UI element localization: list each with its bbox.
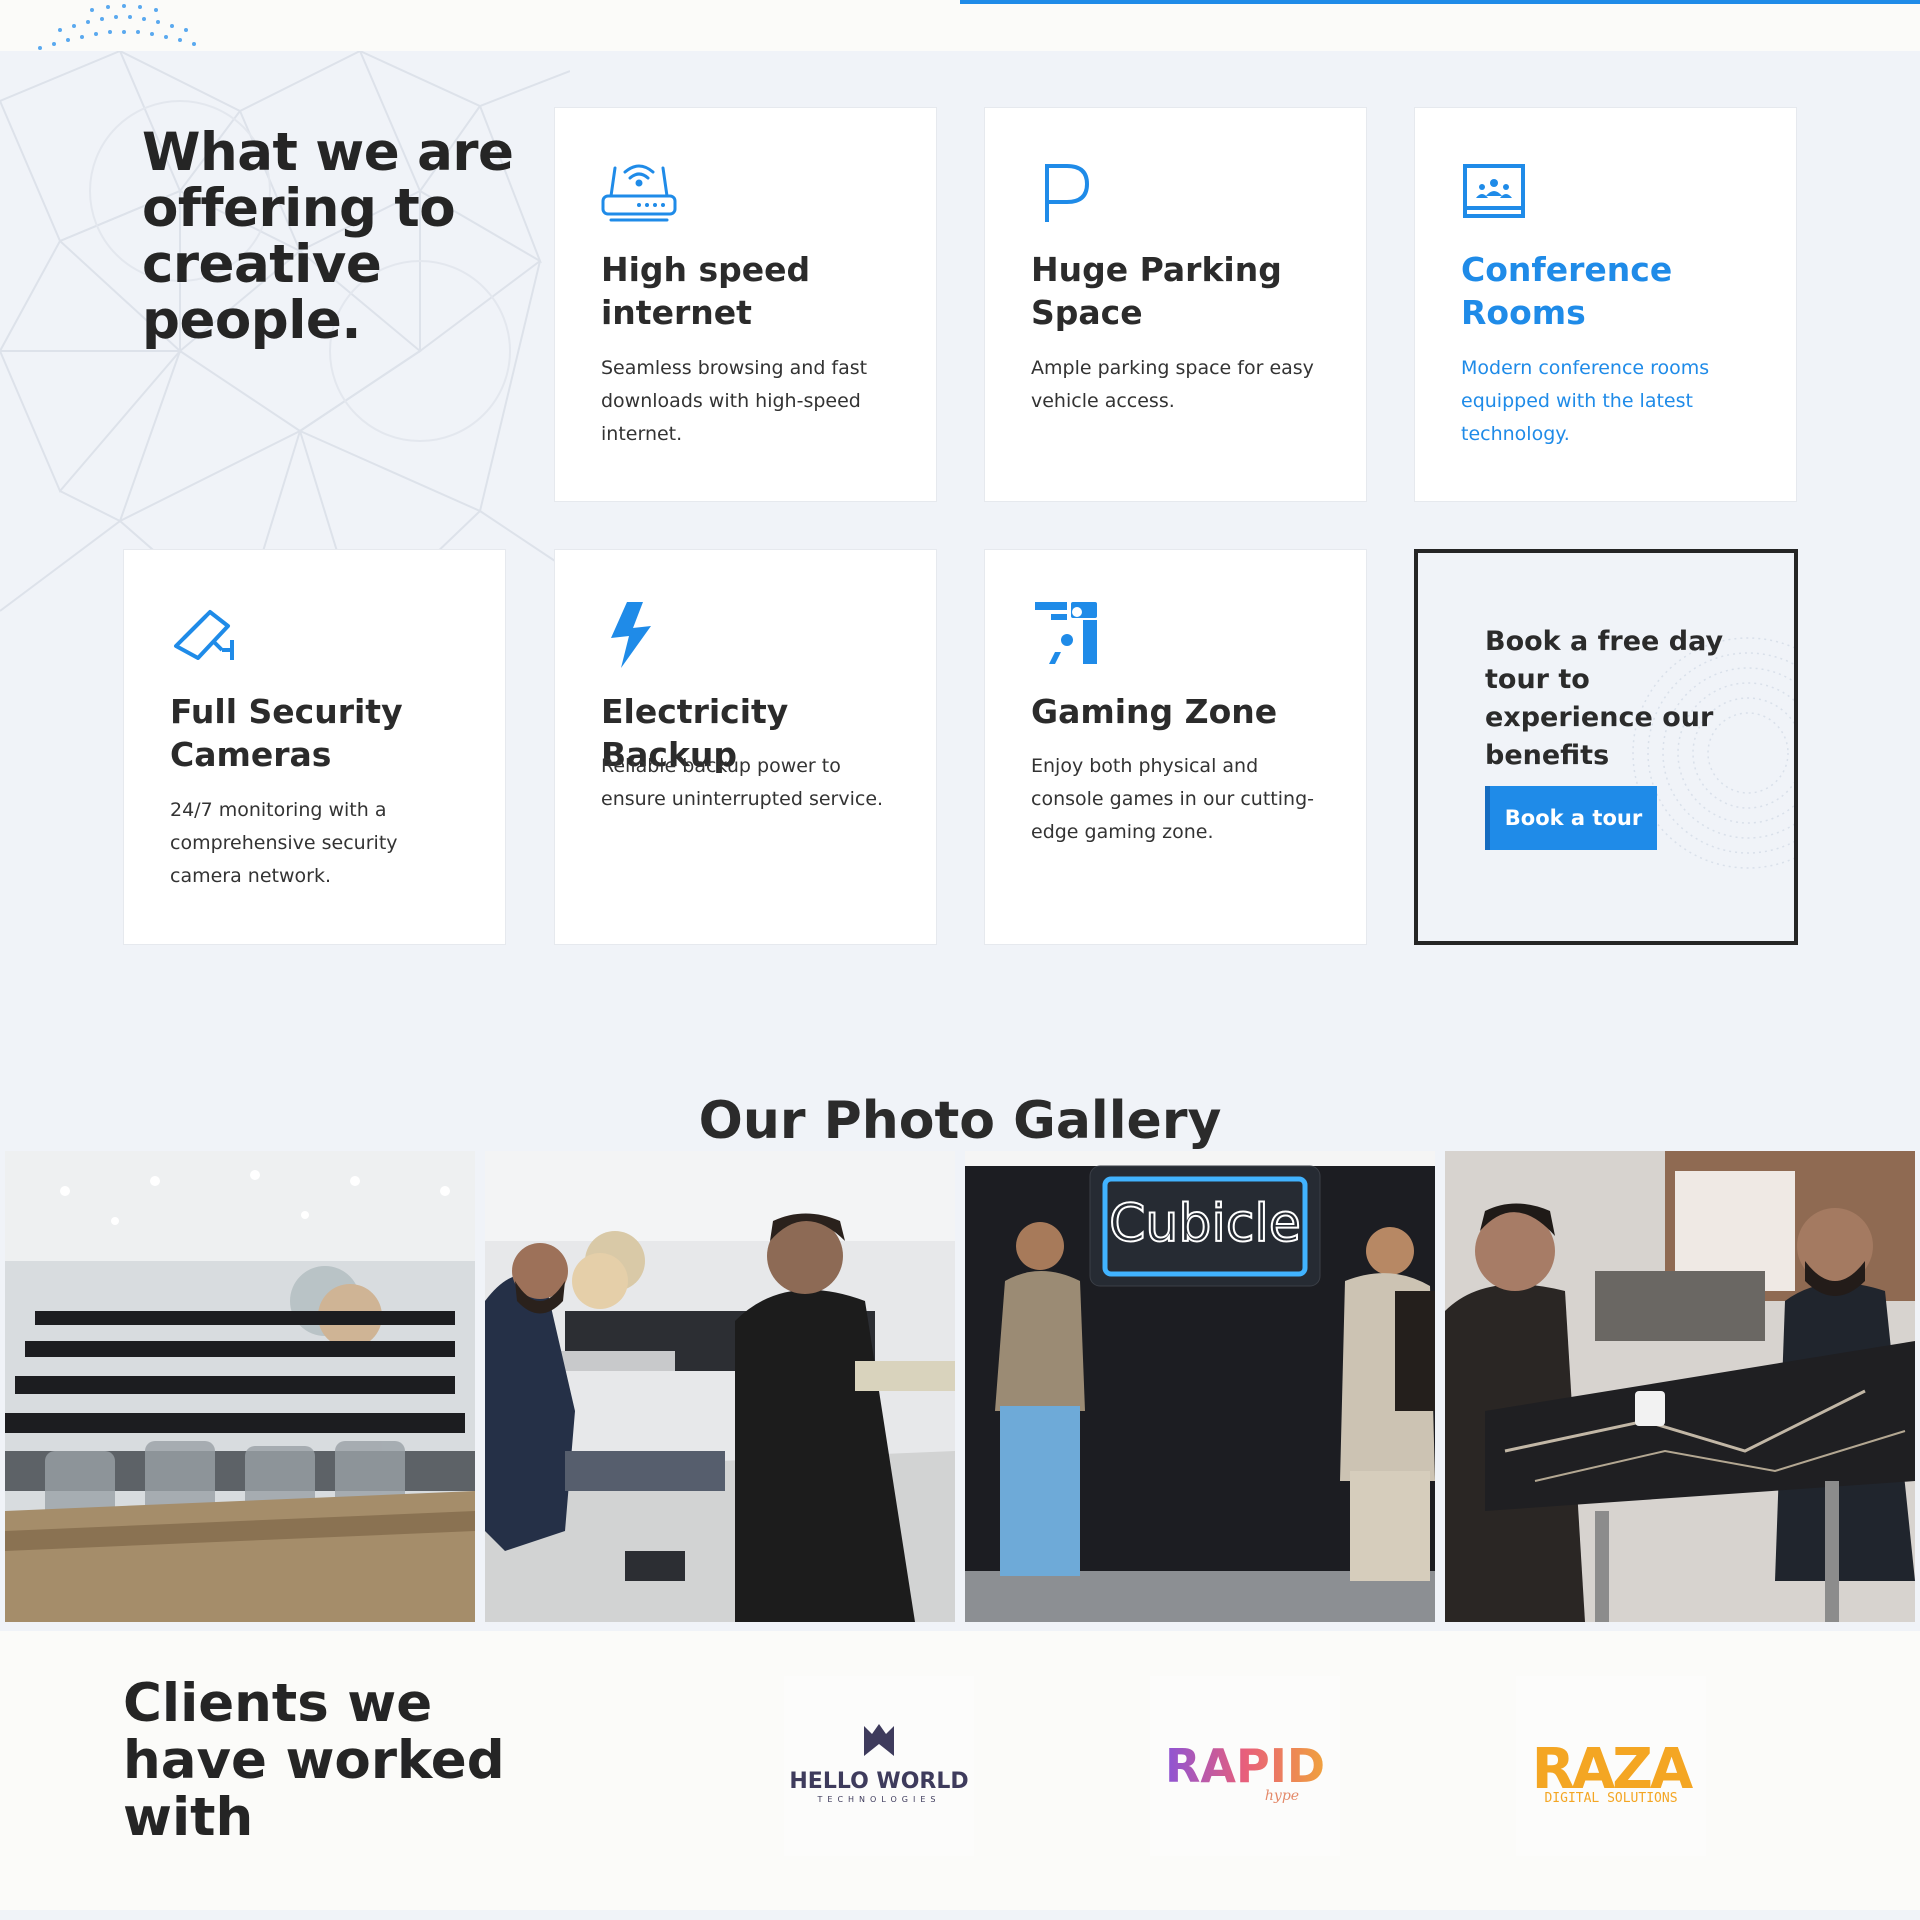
tour-text: Book a free day tour to experience our b…: [1485, 626, 1724, 771]
router-wifi-icon: [601, 164, 677, 222]
gallery-photo[interactable]: [485, 1151, 955, 1622]
gallery-photo[interactable]: [5, 1151, 475, 1622]
card-title: Full Security Cameras: [170, 692, 403, 774]
card-huge-parking-space: Huge Parking Space Ample parking space f…: [984, 107, 1367, 502]
gallery-photo[interactable]: Cubicle: [965, 1151, 1435, 1622]
top-strip: [0, 0, 1920, 51]
svg-text:hype: hype: [1265, 1788, 1299, 1804]
client-logo-raza: RAZA DIGITAL SOLUTIONS: [1516, 1676, 1706, 1856]
card-description: Enjoy both physical and console games in…: [1031, 755, 1314, 843]
clients-heading: Clients we have worked with: [123, 1673, 505, 1848]
conference-screen-icon: [1463, 164, 1525, 218]
card-description: 24/7 monitoring with a comprehensive sec…: [170, 799, 398, 887]
parking-icon: [1045, 164, 1090, 222]
photo-gallery: Cubicle: [5, 1151, 1915, 1622]
card-high-speed-internet: High speed internet Seamless browsing an…: [554, 107, 937, 502]
svg-text:HELLO WORLD: HELLO WORLD: [789, 1769, 968, 1794]
two-men-talking-image: [485, 1151, 955, 1622]
card-title: Huge Parking Space: [1031, 250, 1282, 332]
svg-text:TECHNOLOGIES: TECHNOLOGIES: [817, 1795, 941, 1804]
lightning-icon: [611, 602, 651, 668]
card-description: Modern conference rooms equipped with th…: [1461, 357, 1710, 445]
tour-card: Book a free day tour to experience our b…: [1414, 549, 1798, 945]
card-title: Gaming Zone: [1031, 692, 1278, 731]
card-description: Ample parking space for easy vehicle acc…: [1031, 357, 1314, 412]
security-camera-icon: [174, 610, 234, 660]
card-gaming-zone: Gaming Zone Enjoy both physical and cons…: [984, 549, 1367, 945]
offerings-section: What we are offering to creative people.…: [0, 51, 1920, 1631]
gallery-photo[interactable]: [1445, 1151, 1915, 1622]
svg-text:DIGITAL SOLUTIONS: DIGITAL SOLUTIONS: [1544, 1791, 1677, 1806]
dots-decoration: [38, 4, 196, 50]
card-description: Seamless browsing and fast downloads wit…: [601, 357, 868, 445]
client-logo-hello-world: HELLO WORLD TECHNOLOGIES: [784, 1676, 974, 1856]
card-conference-rooms: Conference Rooms Modern conference rooms…: [1414, 107, 1797, 502]
gaming-zone-icon: [1035, 602, 1097, 664]
footer-edge: [0, 1910, 1920, 1920]
cubicle-sign-image: Cubicle: [965, 1151, 1435, 1622]
marble-table-image: [1445, 1151, 1915, 1622]
book-a-tour-button[interactable]: Book a tour: [1485, 786, 1657, 850]
office-hall-image: [5, 1151, 475, 1622]
svg-text:RAPID: RAPID: [1165, 1739, 1325, 1793]
card-full-security-cameras: Full Security Cameras 24/7 monitoring wi…: [123, 549, 506, 945]
gallery-heading: Our Photo Gallery: [698, 1091, 1222, 1151]
card-title: High speed internet: [601, 250, 811, 332]
client-logo-rapid: RAPID hype: [1150, 1676, 1340, 1856]
card-title: Conference Rooms: [1461, 250, 1673, 332]
top-accent-line: [960, 0, 1920, 4]
card-description: Reliable backup power to ensure uninterr…: [601, 755, 884, 810]
cubicle-sign-text: Cubicle: [1109, 1194, 1301, 1254]
offerings-heading: What we are offering to creative people.: [142, 122, 514, 351]
card-electricity-backup: Electricity Backup Reliable backup power…: [554, 549, 937, 945]
